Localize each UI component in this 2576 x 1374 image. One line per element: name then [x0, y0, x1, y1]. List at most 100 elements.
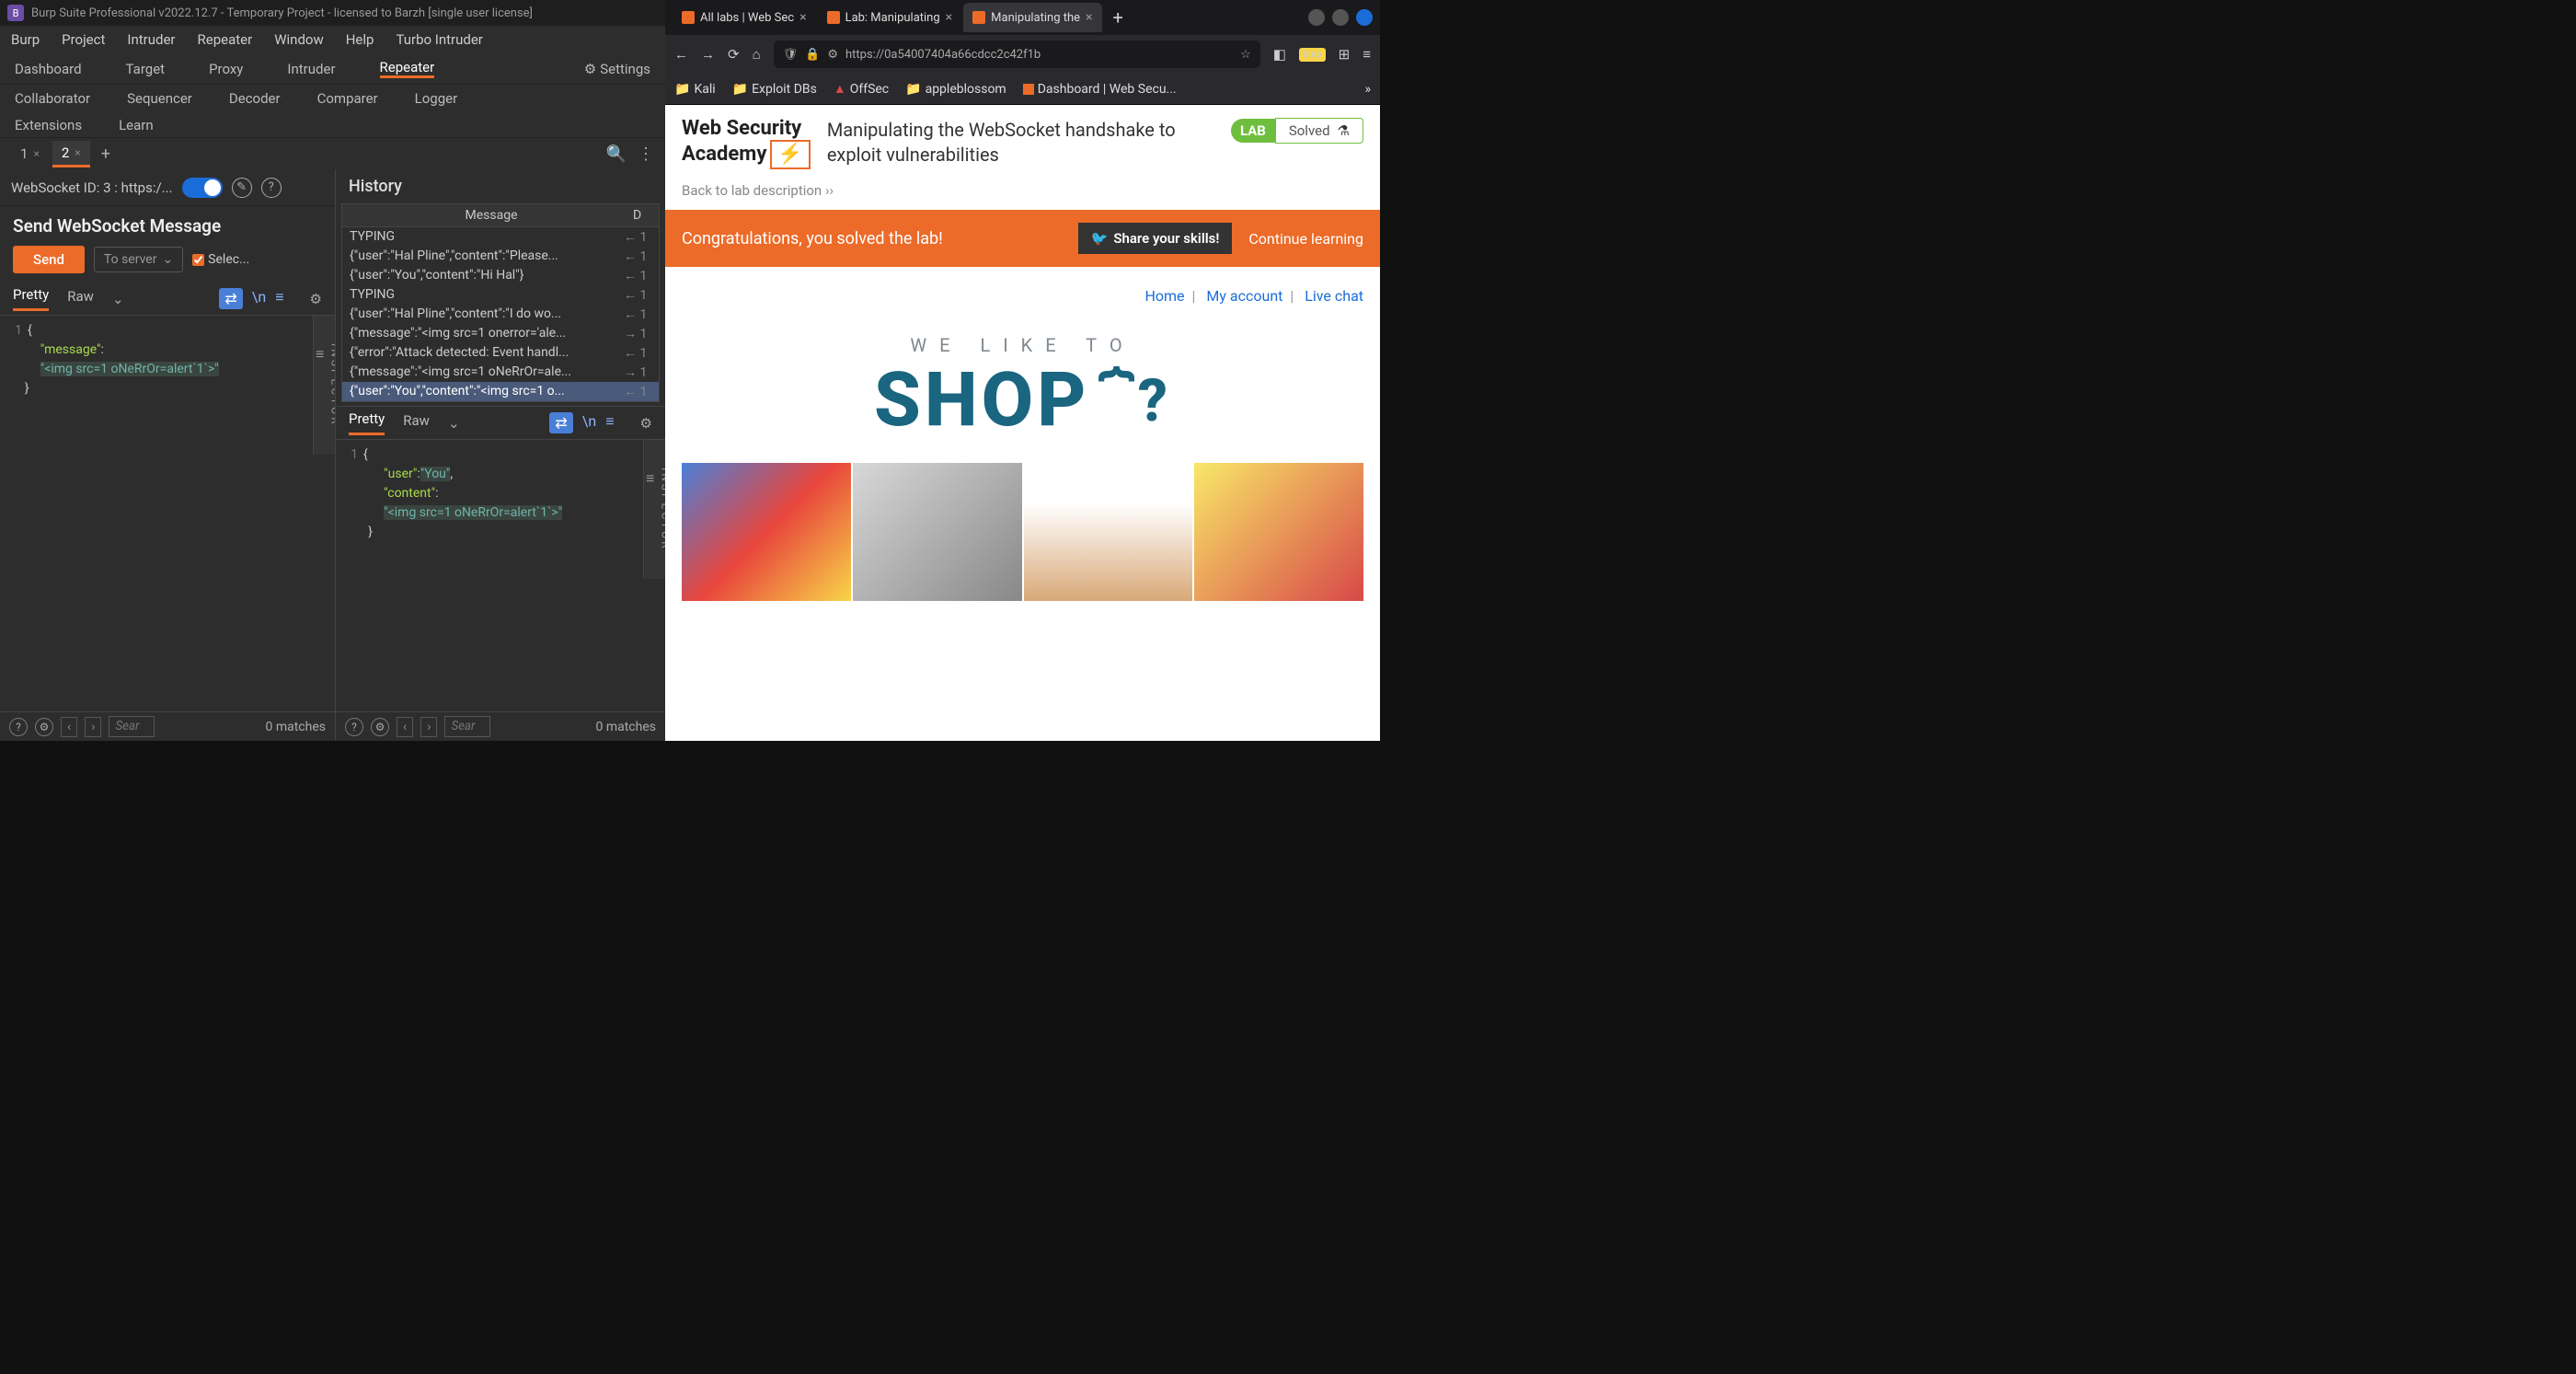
view-pretty[interactable]: Pretty — [13, 286, 49, 311]
menu-help[interactable]: Help — [346, 31, 374, 48]
menu-burp[interactable]: Burp — [11, 31, 40, 48]
close-icon[interactable]: × — [33, 147, 39, 160]
menu-icon[interactable]: ≡ — [1363, 46, 1371, 63]
continue-link[interactable]: Continue learning — [1248, 230, 1363, 248]
more-icon[interactable]: ⋮ — [638, 144, 654, 164]
search-input[interactable] — [444, 716, 490, 737]
edit-icon[interactable]: ✎ — [232, 178, 252, 198]
add-tab-button[interactable]: + — [94, 141, 118, 167]
wrap-icon[interactable]: ≡ — [275, 288, 283, 309]
menu-repeater[interactable]: Repeater — [198, 31, 253, 48]
product-card[interactable] — [1194, 463, 1363, 601]
browser-tab[interactable]: All labs | Web Sec× — [673, 3, 816, 32]
gear-icon[interactable]: ⚙ — [310, 291, 322, 307]
tab-decoder[interactable]: Decoder — [229, 90, 281, 107]
bookmark-offsec[interactable]: ▲OffSec — [834, 81, 889, 97]
send-button[interactable]: Send — [13, 246, 85, 273]
nav-home[interactable]: Home — [1144, 287, 1184, 305]
next-button[interactable]: › — [85, 717, 101, 737]
forward-button[interactable]: → — [701, 46, 715, 63]
col-direction[interactable]: D — [633, 208, 651, 223]
tab-repeater[interactable]: Repeater — [380, 59, 435, 78]
overflow-icon[interactable]: » — [1364, 82, 1371, 97]
back-to-description-link[interactable]: Back to lab description ›› — [665, 182, 1380, 210]
tab-extensions[interactable]: Extensions — [15, 117, 82, 133]
share-button[interactable]: 🐦Share your skills! — [1078, 223, 1233, 254]
inspector-tab[interactable]: INSPECTOR — [313, 316, 335, 455]
newline-icon[interactable]: \n — [582, 412, 596, 433]
close-icon[interactable]: × — [1086, 10, 1092, 25]
close-icon[interactable]: × — [946, 10, 952, 25]
response-editor[interactable]: 1{ "user":"You", "content": "<img src=1 … — [336, 440, 665, 711]
bookmark-appleblossom[interactable]: 📁appleblossom — [905, 82, 1006, 97]
bookmark-star-icon[interactable]: ☆ — [1240, 48, 1251, 62]
chevron-down-icon[interactable]: ⌄ — [112, 291, 124, 307]
inspector-tab[interactable]: INSPECTOR — [643, 440, 665, 579]
product-card[interactable] — [853, 463, 1022, 601]
table-row[interactable]: {"error":"Attack detected: Event handl..… — [342, 343, 659, 363]
nav-chat[interactable]: Live chat — [1305, 287, 1363, 305]
table-row[interactable]: TYPING← 1 — [342, 227, 659, 247]
subtab-1[interactable]: 1× — [11, 142, 49, 166]
subtab-2[interactable]: 2× — [52, 141, 90, 167]
bookmark-dashboard[interactable]: Dashboard | Web Secu... — [1023, 82, 1177, 97]
menu-intruder[interactable]: Intruder — [127, 31, 175, 48]
view-raw[interactable]: Raw — [67, 288, 94, 310]
menu-window[interactable]: Window — [274, 31, 324, 48]
next-button[interactable]: › — [420, 717, 437, 737]
browser-tab[interactable]: Manipulating the× — [963, 3, 1101, 32]
search-icon[interactable]: 🔍 — [606, 144, 627, 164]
prev-button[interactable]: ‹ — [61, 717, 77, 737]
table-row[interactable]: {"user":"Hal Pline","content":"Please...… — [342, 247, 659, 266]
tab-dashboard[interactable]: Dashboard — [15, 61, 82, 77]
request-editor[interactable]: 1{ "message": "<img src=1 oNeRrOr=alert`… — [0, 316, 335, 711]
view-pretty[interactable]: Pretty — [349, 410, 385, 435]
tab-collaborator[interactable]: Collaborator — [15, 90, 90, 107]
tab-logger[interactable]: Logger — [415, 90, 458, 107]
col-message[interactable]: Message — [350, 208, 633, 223]
newline-icon[interactable]: \n — [252, 288, 266, 309]
bookmark-exploit[interactable]: 📁Exploit DBs — [732, 82, 817, 97]
tab-sequencer[interactable]: Sequencer — [127, 90, 192, 107]
bookmark-kali[interactable]: 📁Kali — [674, 82, 716, 97]
gear-icon[interactable]: ⚙ — [371, 718, 389, 736]
new-tab-button[interactable]: + — [1104, 6, 1133, 29]
tab-intruder[interactable]: Intruder — [287, 61, 335, 77]
gear-icon[interactable]: ⚙ — [35, 718, 53, 736]
maximize-icon[interactable] — [1332, 9, 1349, 26]
nav-account[interactable]: My account — [1206, 287, 1282, 305]
menu-project[interactable]: Project — [62, 31, 105, 48]
table-row[interactable]: {"message":"<img src=1 oNeRrOr=ale...→ 1 — [342, 363, 659, 382]
help-icon[interactable]: ? — [345, 718, 363, 736]
product-card[interactable] — [1024, 463, 1193, 601]
extension-icon[interactable]: Burp — [1299, 48, 1326, 62]
pocket-icon[interactable]: ◧ — [1273, 46, 1286, 63]
view-raw[interactable]: Raw — [403, 412, 430, 434]
wrap-icon[interactable]: ≡ — [605, 412, 614, 433]
extensions-icon[interactable]: ⊞ — [1339, 46, 1351, 63]
url-bar[interactable]: 🛡 🔒 ⚙ https://0a54007404a66cdcc2c42f1b ☆ — [774, 40, 1260, 68]
select-checkbox[interactable]: Selec... — [192, 252, 249, 267]
gear-icon[interactable]: ⚙ — [640, 415, 652, 432]
table-row[interactable]: {"user":"Hal Pline","content":"I do wo..… — [342, 305, 659, 324]
tab-learn[interactable]: Learn — [119, 117, 154, 133]
toggle-icon[interactable]: ⇄ — [219, 288, 242, 309]
prev-button[interactable]: ‹ — [397, 717, 413, 737]
tab-proxy[interactable]: Proxy — [209, 61, 243, 77]
chevron-down-icon[interactable]: ⌄ — [448, 415, 460, 432]
direction-select[interactable]: To server ⌄ — [94, 247, 183, 272]
close-icon[interactable]: × — [75, 146, 80, 159]
browser-tab[interactable]: Lab: Manipulating× — [818, 3, 962, 32]
tab-comparer[interactable]: Comparer — [317, 90, 378, 107]
product-card[interactable] — [682, 463, 851, 601]
home-button[interactable]: ⌂ — [753, 46, 761, 63]
ws-toggle[interactable] — [182, 178, 223, 198]
menu-turbo-intruder[interactable]: Turbo Intruder — [396, 31, 482, 48]
table-row[interactable]: {"user":"You","content":"<img src=1 o...… — [342, 382, 659, 401]
close-icon[interactable]: × — [799, 10, 806, 25]
close-window-icon[interactable] — [1356, 9, 1373, 26]
back-button[interactable]: ← — [674, 46, 688, 63]
table-row[interactable]: {"message":"<img src=1 onerror='ale...→ … — [342, 324, 659, 343]
settings-button[interactable]: ⚙ Settings — [584, 61, 650, 77]
search-input[interactable] — [109, 716, 155, 737]
